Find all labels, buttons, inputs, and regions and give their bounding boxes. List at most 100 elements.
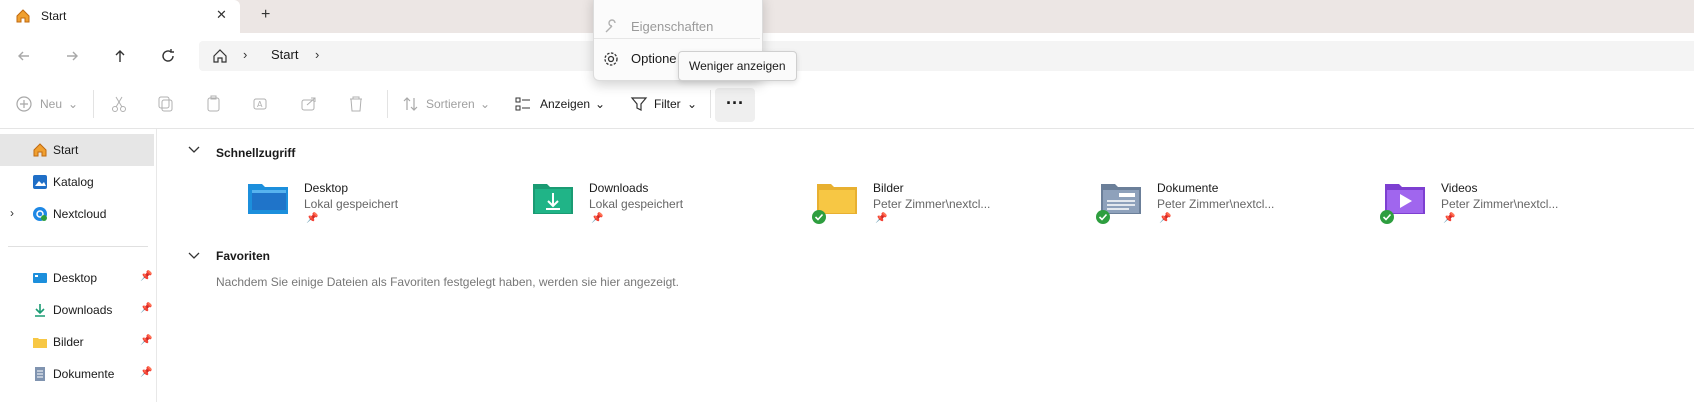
sort-icon [402,95,420,113]
chevron-down-icon: ⌄ [687,97,698,111]
pin-icon: 📌 [306,213,319,224]
rename-icon[interactable]: A [252,95,270,113]
divider [710,90,711,118]
more-options-button[interactable]: ··· [715,88,755,122]
home-icon[interactable] [212,48,228,64]
gallery-icon [32,174,48,190]
sort-button[interactable]: Sortieren [426,97,475,111]
wrench-icon [603,19,619,35]
breadcrumb-separator[interactable]: › [243,47,247,62]
item-location: Lokal gespeichert [304,197,399,211]
desktop-folder-icon [246,180,290,216]
pin-icon[interactable]: 📌 [140,303,152,314]
pin-icon[interactable]: 📌 [140,335,152,346]
gear-icon [603,51,619,67]
pin-icon: 📌 [1159,213,1172,224]
filter-icon [630,95,648,113]
quick-access-item-desktop[interactable]: Desktop Lokal gespeichert 📌 [240,176,510,226]
expand-chevron-icon[interactable]: › [10,206,14,220]
sync-check-icon [1096,210,1110,224]
close-tab-icon[interactable]: ✕ [216,7,227,23]
refresh-icon[interactable] [158,46,178,66]
forward-icon[interactable] [62,46,82,66]
download-icon [32,302,48,318]
quick-access-item-videos[interactable]: Videos Peter Zimmer\nextcl... 📌 [1377,176,1647,226]
item-location: Peter Zimmer\nextcl... [873,197,991,211]
view-button[interactable]: Anzeigen [540,97,590,111]
chevron-down-icon: ⌄ [68,97,79,111]
divider [93,90,94,118]
breadcrumb-separator[interactable]: › [315,47,319,62]
sidebar-item-label: Nextcloud [53,207,107,221]
sidebar-item-label: Bilder [53,335,84,349]
item-name: Bilder [873,181,904,195]
share-icon[interactable] [300,95,318,113]
new-button[interactable]: Neu [40,97,62,111]
sidebar-item-bilder[interactable]: Bilder 📌 [0,326,154,358]
delete-icon[interactable] [347,95,365,113]
item-location: Peter Zimmer\nextcl... [1441,197,1559,211]
pin-icon: 📌 [591,213,604,224]
item-name: Videos [1441,181,1478,195]
copy-icon[interactable] [157,95,175,113]
back-icon[interactable] [14,46,34,66]
sidebar-item-downloads[interactable]: Downloads 📌 [0,294,154,326]
tab-start[interactable]: Start ✕ [0,0,240,33]
home-icon [32,142,48,158]
sidebar-item-label: Downloads [53,303,113,317]
divider [8,246,148,247]
folder-icon [32,334,48,350]
quick-access-item-dokumente[interactable]: Dokumente Peter Zimmer\nextcl... 📌 [1093,176,1363,226]
breadcrumb-start[interactable]: Start [271,47,298,62]
pin-icon: 📌 [875,213,888,224]
favorites-empty-message: Nachdem Sie einige Dateien als Favoriten… [216,275,679,289]
plus-circle-icon [15,95,33,113]
filter-button[interactable]: Filter [654,97,681,111]
sidebar-item-label: Dokumente [53,367,115,381]
sidebar-item-katalog[interactable]: Katalog [0,166,154,198]
sidebar-item-desktop[interactable]: Desktop 📌 [0,262,154,294]
collapse-chevron-icon[interactable] [187,145,201,155]
downloads-folder-icon [531,180,575,216]
item-name: Downloads [589,181,649,195]
chevron-down-icon: ⌄ [480,97,491,111]
sync-check-icon [1380,210,1394,224]
item-name: Desktop [304,181,349,195]
item-location: Lokal gespeichert [589,197,684,211]
quick-access-item-bilder[interactable]: Bilder Peter Zimmer\nextcl... 📌 [809,176,1079,226]
home-icon [15,8,31,24]
desktop-folder-icon [32,270,48,286]
paste-icon[interactable] [205,95,223,113]
pin-icon[interactable]: 📌 [140,367,152,378]
collapse-chevron-icon[interactable] [187,251,201,261]
title-bar [0,0,1694,33]
sync-check-icon [812,210,826,224]
address-bar[interactable] [199,41,1694,71]
tooltip: Weniger anzeigen [678,51,797,81]
sidebar-item-nextcloud[interactable]: › Nextcloud [0,198,154,230]
pin-icon[interactable]: 📌 [140,271,152,282]
cut-icon[interactable] [110,95,128,113]
section-favorites[interactable]: Favoriten [216,249,270,263]
sidebar-item-label: Desktop [53,271,98,285]
divider [387,90,388,118]
svg-text:A: A [257,100,263,109]
item-location: Peter Zimmer\nextcl... [1157,197,1275,211]
documents-icon [32,366,48,382]
sidebar-item-label: Start [53,143,79,157]
section-quick-access[interactable]: Schnellzugriff [216,146,295,160]
view-icon [514,95,532,113]
up-icon[interactable] [110,46,130,66]
menu-divider [594,38,760,39]
pin-icon: 📌 [1443,213,1456,224]
menu-item-properties[interactable]: Eigenschaften [631,19,713,34]
sidebar-item-label: Katalog [53,175,94,189]
item-name: Dokumente [1157,181,1219,195]
tab-title: Start [41,9,67,23]
menu-item-options[interactable]: Optione [631,51,677,66]
quick-access-item-downloads[interactable]: Downloads Lokal gespeichert 📌 [525,176,795,226]
new-tab-button[interactable]: + [261,6,270,24]
sidebar-item-dokumente[interactable]: Dokumente 📌 [0,358,154,390]
nextcloud-icon [32,206,48,222]
sidebar-item-start[interactable]: Start [0,134,154,166]
